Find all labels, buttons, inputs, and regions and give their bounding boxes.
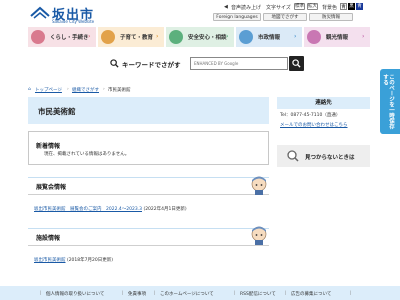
color-label: 背景色: [322, 5, 338, 11]
mascot-icon: [251, 226, 267, 245]
list-item: 坂出市民美術館 展覧会のご案内 2022.4～2023.3 (2022年4月1日…: [34, 206, 187, 212]
house-icon: [31, 30, 45, 44]
search-label: キーワードでさがす: [122, 61, 181, 69]
mascot-icon: [251, 176, 267, 195]
divider: [28, 245, 269, 246]
site-logo[interactable]: 坂出市 Sakaide City Website: [30, 4, 104, 24]
nav-label: 市政情報: [258, 35, 281, 41]
news-body: 現在、掲載されている情報はありません。: [44, 152, 130, 157]
font-large-button[interactable]: 拡大: [307, 3, 318, 10]
nav-label: くらし・手続き: [50, 35, 89, 41]
chevron-right-icon: ›: [156, 33, 159, 40]
footer-link-privacy[interactable]: 個人情報の取り扱いについて: [46, 291, 104, 297]
chevron-right-icon: ›: [294, 33, 297, 40]
update-date: (2022年4月1日更新): [143, 207, 187, 212]
save-page-tab[interactable]: このページを一時保存する: [380, 69, 400, 134]
footer-separator: |: [350, 291, 352, 296]
shield-icon: [169, 30, 183, 44]
font-standard-button[interactable]: 標準: [294, 3, 305, 10]
page: 坂出市 Sakaide City Website ◀ 音声読み上げ 文字サイズ …: [0, 0, 400, 300]
camera-icon: [307, 30, 321, 44]
nav-label: 観光情報: [326, 35, 349, 41]
nav-item-tourism[interactable]: 観光情報 ›: [304, 27, 370, 47]
child-icon: [101, 30, 115, 44]
magnifier-help-icon: [287, 150, 299, 162]
foreign-languages-button[interactable]: Foreign languages: [213, 13, 261, 21]
help-label: 見つからないときは: [305, 155, 355, 161]
breadcrumb-separator: ›: [103, 87, 105, 92]
search-button[interactable]: [289, 56, 304, 71]
footer-separator: |: [122, 291, 124, 296]
color-black-button[interactable]: 黒: [348, 3, 355, 10]
breadcrumb-parent[interactable]: 組織でさがす: [72, 87, 99, 93]
breadcrumb-separator: ›: [67, 87, 69, 92]
search-icon: [110, 59, 119, 68]
logo-mark-icon: [30, 6, 50, 19]
font-size-label: 文字サイズ: [266, 5, 291, 11]
footer-separator: |: [40, 291, 42, 296]
logo-subtitle: Sakaide City Website: [52, 19, 95, 24]
list-item: 坂出市民美術館 (2018年7月20日更新): [34, 257, 113, 263]
page-title-bar: 市民美術館: [28, 97, 269, 124]
chevron-right-icon: ›: [226, 33, 229, 40]
global-nav: くらし・手続き › 子育て・教育 › 安全安心・相談 › 市政情報 › 観光情報…: [28, 27, 370, 47]
contact-heading: 連絡先: [277, 97, 370, 109]
footer-link-rss[interactable]: RSS配信について: [240, 291, 276, 297]
map-search-button[interactable]: 地図でさがす: [263, 13, 307, 21]
color-white-button[interactable]: 青: [340, 3, 347, 10]
footer-separator: |: [285, 291, 287, 296]
help-link[interactable]: 見つからないときは: [277, 145, 370, 167]
footer-link-disclaimer[interactable]: 免責事項: [128, 291, 146, 297]
update-date: (2018年7月20日更新): [66, 258, 113, 263]
building-icon: [239, 30, 253, 44]
nav-item-childcare[interactable]: 子育て・教育 ›: [98, 27, 164, 47]
footer-separator: |: [234, 291, 236, 296]
home-icon: ⌂: [28, 87, 31, 92]
divider: [28, 194, 269, 195]
nav-item-life[interactable]: くらし・手続き ›: [28, 27, 96, 47]
footer-link-ads[interactable]: 広告の募集について: [291, 291, 331, 297]
contact-mail-link[interactable]: メールでのお問い合わせはこちら: [280, 122, 348, 128]
section-heading: 展覧会情報: [36, 184, 67, 191]
nav-item-safety[interactable]: 安全安心・相談 ›: [166, 27, 234, 47]
page-title: 市民美術館: [38, 107, 76, 116]
section-facility: 施設情報: [28, 228, 269, 246]
save-page-label: このページを一時保存する: [382, 74, 394, 129]
exhibition-link[interactable]: 坂出市民美術館 展覧会のご案内 2022.4～2023.3: [34, 207, 142, 212]
breadcrumb-home[interactable]: トップページ: [35, 87, 62, 93]
nav-label: 安全安心・相談: [188, 35, 227, 41]
footer: | 個人情報の取り扱いについて | 免責事項 | このホームページについて | …: [0, 286, 400, 300]
speaker-icon: ◀: [224, 4, 228, 10]
contact-box: 連絡先 Tel：0877-45-7110（直通） メールでのお問い合わせはこちら: [277, 97, 370, 137]
facility-link[interactable]: 坂出市民美術館: [34, 258, 66, 263]
footer-separator: |: [154, 291, 156, 296]
news-heading: 新着情報: [36, 143, 61, 150]
breadcrumb-current: 市民美術館: [108, 88, 131, 93]
disaster-info-button[interactable]: 防災情報: [309, 13, 353, 21]
chevron-right-icon: ›: [362, 33, 365, 40]
contact-tel: Tel：0877-45-7110（直通）: [280, 113, 341, 118]
nav-item-city-info[interactable]: 市政情報 ›: [236, 27, 302, 47]
read-aloud-link[interactable]: 音声読み上げ: [231, 4, 261, 11]
nav-label: 子育て・教育: [120, 35, 154, 41]
color-blue-button[interactable]: 青: [356, 3, 363, 10]
section-heading: 施設情報: [36, 235, 61, 242]
search-icon: [292, 59, 301, 68]
news-box: 新着情報 現在、掲載されている情報はありません。: [28, 131, 269, 165]
section-exhibitions: 展覧会情報: [28, 177, 269, 195]
footer-link-about[interactable]: このホームページについて: [160, 291, 214, 297]
chevron-right-icon: ›: [88, 33, 91, 40]
search-input[interactable]: [190, 57, 288, 70]
